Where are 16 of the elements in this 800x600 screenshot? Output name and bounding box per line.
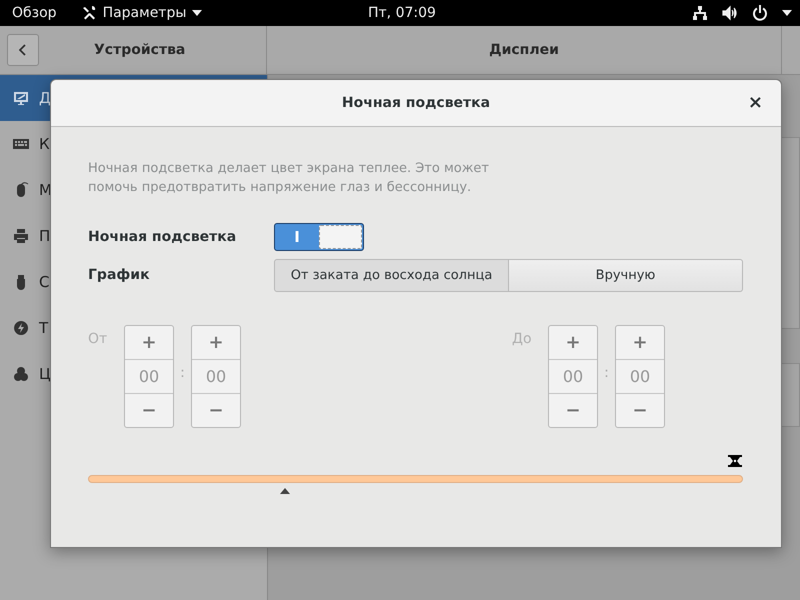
sidebar-title: Устройства bbox=[94, 42, 186, 58]
time-separator: : bbox=[603, 365, 610, 381]
dialog-title: Ночная подсветка bbox=[342, 95, 490, 111]
sidebar-item-label: Д bbox=[39, 89, 51, 107]
page-title: Дисплеи bbox=[267, 26, 782, 74]
sidebar-item-label: Ц bbox=[39, 365, 51, 383]
sidebar-item-label: К bbox=[39, 135, 50, 153]
time-separator: : bbox=[179, 365, 186, 381]
schedule-label: График bbox=[88, 267, 151, 283]
time-label: От bbox=[88, 331, 108, 347]
sidebar-item-label: Т bbox=[39, 319, 48, 337]
switch-label: Ночная подсветка bbox=[88, 229, 238, 245]
description: Ночная подсветка делает цвет экрана теплее. Это может помочь предотвратить напряжение глаз и бессонницу. bbox=[88, 160, 490, 197]
time-label: До bbox=[512, 331, 533, 347]
sidebar-item-label: П bbox=[39, 227, 50, 245]
sidebar-item-label: С bbox=[39, 273, 50, 291]
